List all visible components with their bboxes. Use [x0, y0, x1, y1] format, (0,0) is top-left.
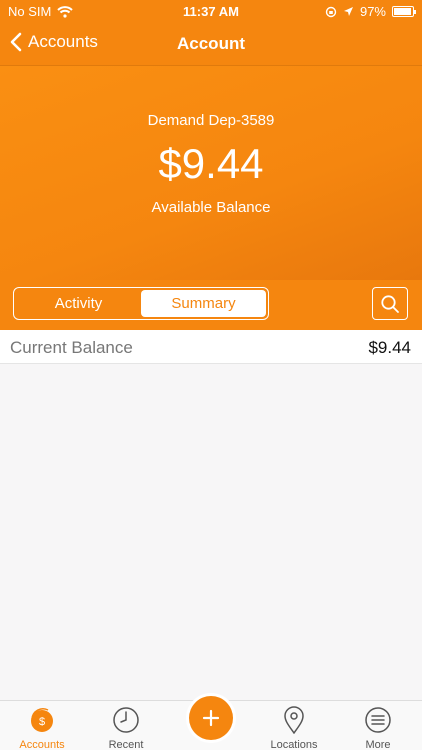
tab-bar-label: Recent	[108, 739, 144, 750]
available-balance-label: Available Balance	[151, 199, 271, 216]
back-label: Accounts	[28, 32, 98, 51]
summary-row-current-balance: Current Balance $9.44	[0, 330, 422, 364]
location-pin-icon	[284, 706, 304, 734]
back-button[interactable]: Accounts	[10, 32, 98, 52]
account-header: Demand Dep-3589 $9.44 Available Balance	[0, 66, 422, 280]
location-arrow-icon	[343, 7, 353, 16]
add-button[interactable]	[189, 696, 233, 740]
tab-bar-locations[interactable]: Locations	[252, 705, 336, 750]
clock-icon	[113, 707, 139, 733]
tab-bar-label: Accounts	[19, 739, 65, 750]
summary-row-value: $9.44	[368, 338, 411, 357]
accounts-icon: $	[31, 708, 53, 732]
plus-icon	[202, 709, 220, 727]
available-balance-amount: $9.44	[158, 140, 264, 187]
tab-bar-accounts[interactable]: $ Accounts	[0, 705, 84, 750]
svg-text:$: $	[39, 716, 45, 728]
account-name: Demand Dep-3589	[147, 112, 275, 129]
tab-activity[interactable]: Activity	[16, 290, 141, 317]
chevron-left-icon	[10, 32, 22, 52]
battery-icon	[392, 6, 416, 17]
status-right: 97%	[325, 4, 416, 19]
tab-summary[interactable]: Summary	[141, 290, 266, 317]
search-icon	[381, 294, 399, 313]
tab-bar-label: Locations	[270, 739, 318, 750]
search-button[interactable]	[372, 287, 408, 320]
orientation-lock-icon	[325, 6, 337, 17]
status-bar: No SIM 11:37 AM 97%	[0, 0, 422, 24]
tab-row: Activity Summary	[0, 280, 422, 330]
menu-icon	[365, 707, 391, 733]
tab-bar-more[interactable]: More	[336, 705, 420, 750]
summary-row-label: Current Balance	[10, 338, 133, 357]
battery-percent: 97%	[359, 4, 386, 19]
tab-bar-label: More	[365, 739, 391, 750]
navigation-bar: Accounts Account	[0, 24, 422, 66]
segmented-control: Activity Summary	[13, 287, 269, 320]
tab-bar-recent[interactable]: Recent	[84, 705, 168, 750]
